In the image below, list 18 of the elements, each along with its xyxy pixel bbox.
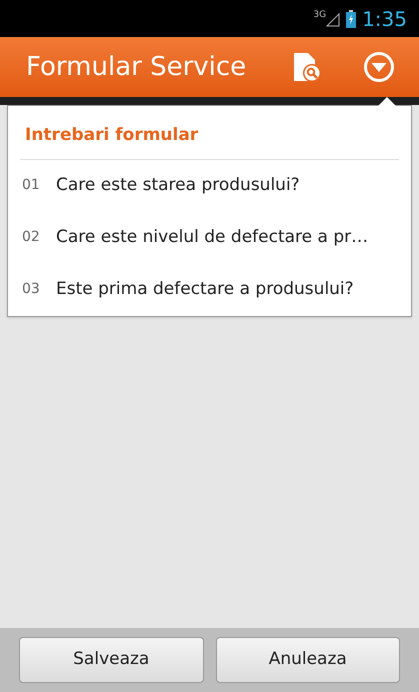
question-text: Care este nivelul de defectare a pr… [56, 226, 368, 249]
app-title: Formular Service [26, 50, 248, 84]
network-type: 3G [313, 9, 326, 22]
menu-title: Intrebari formular [25, 125, 198, 145]
question-number: 03 [22, 280, 41, 299]
dropdown-icon[interactable] [363, 51, 395, 83]
battery-icon [346, 10, 356, 28]
question-text: Care este starea produsului? [56, 174, 300, 197]
question-text: Este prima defectare a produsului? [56, 278, 354, 301]
question-item[interactable]: 01 Care este starea produsului? [8, 160, 411, 212]
question-item[interactable]: 02 Care este nivelul de defectare a pr… [8, 212, 411, 264]
action-button[interactable]: Anuleaza [216, 637, 400, 683]
signal-icon [326, 12, 340, 26]
action-button[interactable]: Salveaza [19, 637, 204, 683]
clock: 1:35 [362, 6, 407, 32]
question-item[interactable]: 03 Este prima defectare a produsului? [8, 264, 411, 316]
question-number: 01 [22, 176, 41, 195]
question-number: 02 [22, 228, 41, 247]
